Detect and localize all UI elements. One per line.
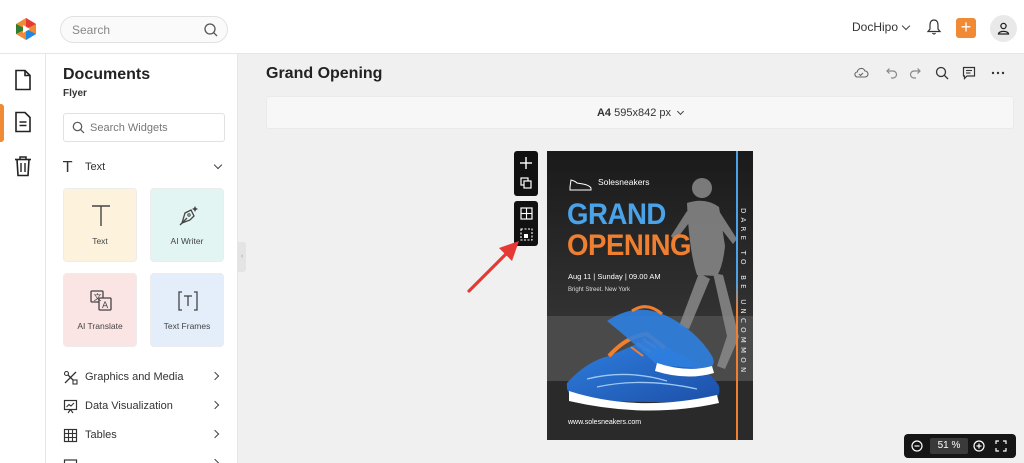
flyer-headline-opening[interactable]: OPENING xyxy=(567,229,692,263)
zoom-in-icon[interactable] xyxy=(973,440,985,452)
tile-ai-translate[interactable]: 文A AI Translate xyxy=(63,273,137,347)
section-tables[interactable]: Tables xyxy=(63,426,225,446)
flyer-headline-grand[interactable]: GRAND xyxy=(567,198,666,232)
file-icon xyxy=(15,69,31,91)
search-icon xyxy=(72,121,85,134)
widget-panel: Documents Flyer Search Widgets T Text Te… xyxy=(46,54,238,463)
page-actions-toolbar xyxy=(514,151,538,196)
flyer-brand[interactable]: Solesneakers xyxy=(598,177,650,187)
table-icon xyxy=(63,428,78,443)
zoom-level[interactable]: 51 % xyxy=(930,438,968,454)
tile-text[interactable]: Text xyxy=(63,188,137,262)
section-partial[interactable] xyxy=(63,455,225,463)
panel-subtitle: Flyer xyxy=(63,88,87,99)
more-icon[interactable] xyxy=(990,65,1006,81)
text-t-icon xyxy=(92,205,110,226)
add-page-icon[interactable] xyxy=(514,153,538,173)
chevron-right-icon xyxy=(210,371,220,381)
user-icon xyxy=(997,22,1010,35)
page-size-dimensions: 595x842 px xyxy=(614,107,671,119)
translate-icon: 文A xyxy=(90,290,112,311)
comment-icon[interactable] xyxy=(961,65,977,81)
tile-text-frames-label: Text Frames xyxy=(163,321,211,331)
zoom-controls: 51 % xyxy=(904,434,1016,458)
section-text-label: Text xyxy=(85,161,106,173)
flyer-address[interactable]: Bright Street. New York xyxy=(568,287,630,293)
rail-item-document[interactable] xyxy=(0,60,46,100)
text-frame-icon xyxy=(178,291,198,311)
zoom-out-icon[interactable] xyxy=(911,440,923,452)
search-icon[interactable] xyxy=(934,65,950,81)
chevron-right-icon xyxy=(210,429,220,439)
create-new-button[interactable]: + xyxy=(956,18,976,38)
flyer-tagline[interactable]: DARE TO BE UNCOMMON xyxy=(727,208,747,388)
chevron-down-icon xyxy=(901,21,911,31)
tile-ai-translate-label: AI Translate xyxy=(77,321,123,331)
panel-collapse-handle[interactable]: ‹ xyxy=(238,242,246,272)
presentation-chart-icon xyxy=(63,399,78,414)
tile-text-label: Text xyxy=(92,236,108,246)
flyer-background-image xyxy=(547,151,753,440)
grid-layout-icon[interactable] xyxy=(514,204,538,224)
tile-text-frames[interactable]: Text Frames xyxy=(150,273,224,347)
widget-icon xyxy=(63,459,78,463)
widget-search-placeholder: Search Widgets xyxy=(90,122,168,134)
fullscreen-icon[interactable] xyxy=(995,440,1007,452)
tile-ai-writer-label: AI Writer xyxy=(170,236,204,246)
document-lines-icon xyxy=(15,111,31,133)
chevron-down-icon xyxy=(213,160,223,170)
pointer-arrow-icon xyxy=(467,241,519,293)
rail-item-trash[interactable] xyxy=(0,146,46,186)
trash-icon xyxy=(15,156,31,177)
search-icon[interactable] xyxy=(203,22,219,38)
widget-search-input[interactable]: Search Widgets xyxy=(63,113,225,142)
row-label: Tables xyxy=(85,429,117,441)
pen-nib-icon xyxy=(179,206,198,226)
dochipo-logo[interactable] xyxy=(14,17,38,41)
chevron-right-icon xyxy=(210,458,220,463)
row-label: Data Visualization xyxy=(85,400,173,412)
section-text-header[interactable]: T Text xyxy=(63,158,225,178)
global-search-input[interactable]: Search xyxy=(60,16,228,43)
chevron-right-icon xyxy=(210,400,220,410)
notification-bell-icon[interactable] xyxy=(926,19,942,36)
user-avatar[interactable] xyxy=(990,15,1017,42)
search-placeholder: Search xyxy=(72,23,111,37)
flyer-website[interactable]: www.solesneakers.com xyxy=(568,419,641,426)
rail-item-text-document[interactable] xyxy=(0,102,46,142)
document-title[interactable]: Grand Opening xyxy=(266,65,382,83)
svg-text:文: 文 xyxy=(94,292,102,302)
page-size-selector[interactable]: A4 595x842 px xyxy=(266,96,1014,129)
workspace-label: DocHipo xyxy=(852,20,899,34)
page-size-name: A4 xyxy=(596,107,612,119)
panel-title: Documents xyxy=(63,66,151,83)
left-rail xyxy=(0,54,46,463)
row-label: Graphics and Media xyxy=(85,371,184,383)
flyer-canvas[interactable]: Solesneakers GRAND OPENING Aug 11 | Sund… xyxy=(547,151,753,440)
duplicate-page-icon[interactable] xyxy=(514,174,538,194)
svg-text:A: A xyxy=(102,301,109,311)
shapes-icon xyxy=(63,370,78,385)
flyer-date[interactable]: Aug 11 | Sunday | 09.00 AM xyxy=(568,272,661,281)
chevron-down-icon xyxy=(676,107,685,116)
text-t-icon: T xyxy=(63,158,73,176)
section-graphics-and-media[interactable]: Graphics and Media xyxy=(63,368,225,388)
cloud-icon[interactable] xyxy=(853,65,869,81)
redo-icon[interactable] xyxy=(908,65,924,81)
workspace-dropdown[interactable]: DocHipo xyxy=(852,20,911,34)
section-data-visualization[interactable]: Data Visualization xyxy=(63,397,225,417)
undo-icon[interactable] xyxy=(883,65,899,81)
tile-ai-writer[interactable]: AI Writer xyxy=(150,188,224,262)
top-bar: Search DocHipo + xyxy=(0,0,1024,54)
